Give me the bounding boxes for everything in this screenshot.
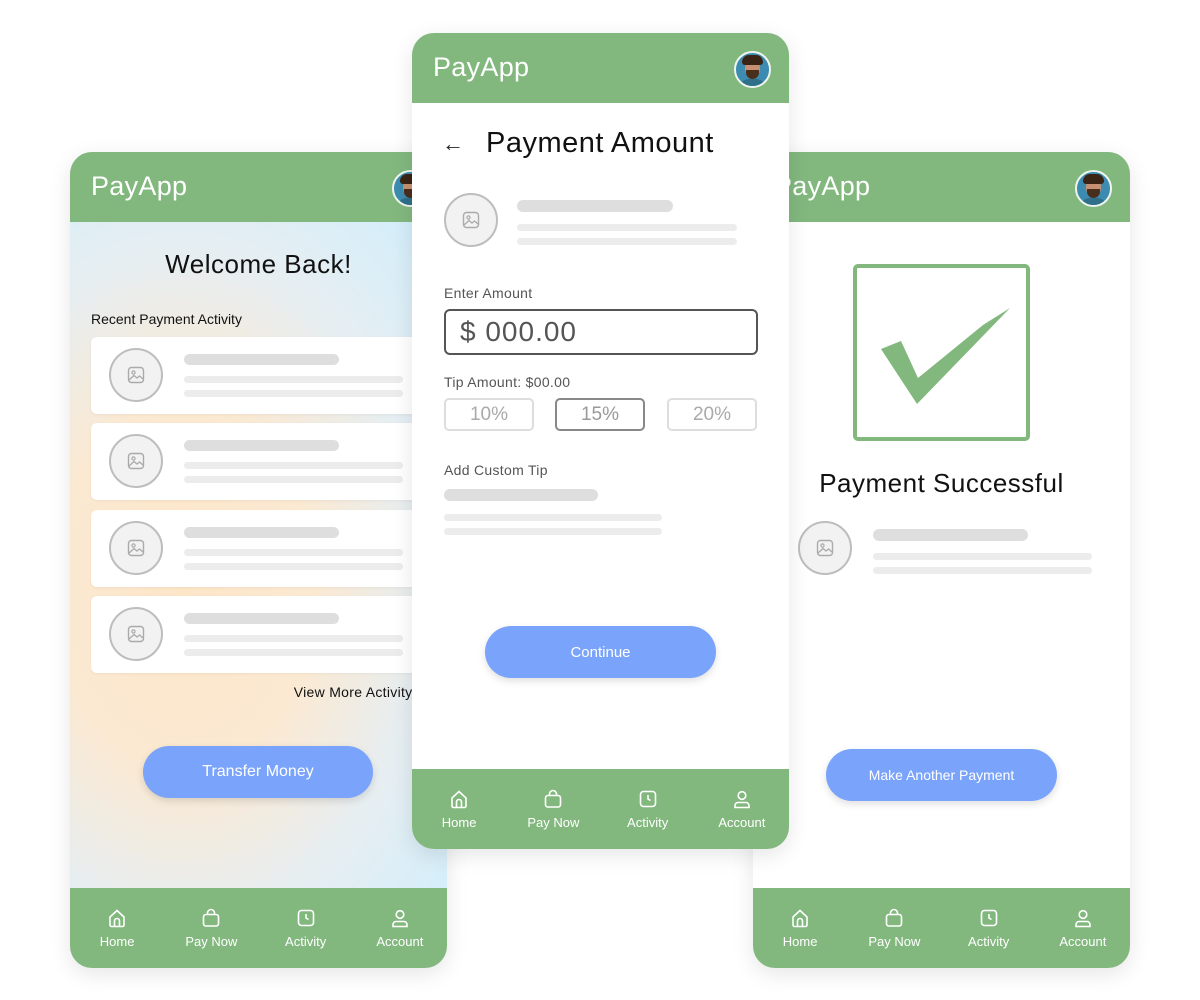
image-placeholder-icon <box>109 521 163 575</box>
success-heading: Payment Successful <box>819 468 1064 498</box>
bottom-nav: Home Pay Now Activity Account <box>412 769 789 849</box>
line-placeholder <box>517 238 737 245</box>
nav-home[interactable]: Home <box>70 888 164 968</box>
nav-label: Activity <box>968 934 1010 949</box>
tip-option-15[interactable]: 15% <box>555 398 645 431</box>
avatar[interactable] <box>734 51 771 88</box>
nav-label: Activity <box>627 815 669 830</box>
home-icon <box>451 790 467 809</box>
amount-input[interactable]: $ 000.00 <box>444 309 758 355</box>
nav-activity[interactable]: Activity <box>259 888 353 968</box>
app-header: PayApp <box>753 152 1130 222</box>
line-placeholder <box>184 376 403 383</box>
view-more-link[interactable]: View More Activity... <box>294 684 424 700</box>
line-placeholder <box>184 549 403 556</box>
bottom-nav: Home Pay Now Activity Account <box>70 888 447 968</box>
continue-button[interactable]: Continue <box>485 626 716 678</box>
tip-option-20[interactable]: 20% <box>667 398 757 431</box>
home-icon <box>792 909 808 928</box>
line-placeholder <box>184 476 403 483</box>
title-placeholder <box>184 354 339 365</box>
home-screen: PayApp Welcome Back! Recent Payment Acti… <box>70 152 447 968</box>
line-placeholder <box>873 553 1092 560</box>
line-placeholder <box>444 514 662 521</box>
activity-card[interactable] <box>91 510 426 587</box>
bag-icon <box>203 908 220 927</box>
app-header: PayApp <box>70 152 447 222</box>
title-placeholder <box>873 529 1028 541</box>
payment-screen: PayApp ← Payment Amount Enter Amount $ 0… <box>412 33 789 849</box>
home-content: Welcome Back! Recent Payment Activity Vi… <box>70 222 447 888</box>
image-placeholder-icon <box>109 434 163 488</box>
bag-icon <box>545 789 562 808</box>
avatar[interactable] <box>1075 170 1112 207</box>
success-screen: PayApp Payment Successful Make Another P… <box>753 152 1130 968</box>
user-icon <box>1075 909 1091 928</box>
nav-label: Account <box>718 815 766 830</box>
user-icon <box>734 790 750 809</box>
title-placeholder <box>184 613 339 624</box>
nav-label: Activity <box>285 934 327 949</box>
line-placeholder <box>184 563 403 570</box>
line-placeholder <box>184 635 403 642</box>
nav-label: Account <box>1059 934 1107 949</box>
app-brand: PayApp <box>91 171 188 201</box>
line-placeholder <box>184 390 403 397</box>
image-placeholder-icon <box>109 607 163 661</box>
custom-tip-label[interactable]: Add Custom Tip <box>444 462 548 478</box>
nav-account[interactable]: Account <box>1036 888 1130 968</box>
title-placeholder <box>184 440 339 451</box>
activity-card[interactable] <box>91 596 426 673</box>
activity-card[interactable] <box>91 423 426 500</box>
line-placeholder <box>184 462 403 469</box>
image-placeholder-icon <box>444 193 498 247</box>
nav-home[interactable]: Home <box>412 769 506 849</box>
nav-pay-now[interactable]: Pay Now <box>506 769 600 849</box>
tip-option-10[interactable]: 10% <box>444 398 534 431</box>
line-placeholder <box>517 224 737 231</box>
title-placeholder <box>184 527 339 538</box>
bottom-nav: Home Pay Now Activity Account <box>753 888 1130 968</box>
clock-icon <box>297 909 314 927</box>
nav-label: Home <box>99 934 135 949</box>
checkmark-icon <box>853 264 1030 441</box>
enter-amount-label: Enter Amount <box>444 285 533 301</box>
activity-card[interactable] <box>91 337 426 414</box>
app-brand: PayApp <box>433 52 530 82</box>
nav-label: Home <box>782 934 818 949</box>
image-placeholder-icon <box>109 348 163 402</box>
clock-icon <box>639 790 656 808</box>
nav-label: Pay Now <box>185 934 238 949</box>
line-placeholder <box>184 649 403 656</box>
nav-activity[interactable]: Activity <box>601 769 695 849</box>
nav-label: Pay Now <box>868 934 921 949</box>
nav-label: Home <box>441 815 477 830</box>
nav-account[interactable]: Account <box>353 888 447 968</box>
recent-activity-label: Recent Payment Activity <box>91 311 242 327</box>
nav-activity[interactable]: Activity <box>942 888 1036 968</box>
bag-icon <box>886 908 903 927</box>
nav-pay-now[interactable]: Pay Now <box>164 888 258 968</box>
image-placeholder-icon <box>798 521 852 575</box>
nav-label: Account <box>376 934 424 949</box>
clock-icon <box>980 909 997 927</box>
line-placeholder <box>444 528 662 535</box>
page-title: Payment Amount <box>486 127 714 159</box>
line-placeholder <box>873 567 1092 574</box>
app-header: PayApp <box>412 33 789 103</box>
transfer-money-button[interactable]: Transfer Money <box>143 746 373 798</box>
nav-pay-now[interactable]: Pay Now <box>847 888 941 968</box>
welcome-heading: Welcome Back! <box>165 249 352 279</box>
nav-label: Pay Now <box>527 815 580 830</box>
title-placeholder <box>517 200 673 212</box>
make-another-payment-button[interactable]: Make Another Payment <box>826 749 1057 801</box>
title-placeholder <box>444 489 598 501</box>
back-arrow-icon[interactable]: ← <box>442 131 464 157</box>
nav-home[interactable]: Home <box>753 888 847 968</box>
user-icon <box>392 909 408 928</box>
home-icon <box>109 909 125 928</box>
tip-amount-label: Tip Amount: $00.00 <box>444 374 571 390</box>
nav-account[interactable]: Account <box>695 769 789 849</box>
